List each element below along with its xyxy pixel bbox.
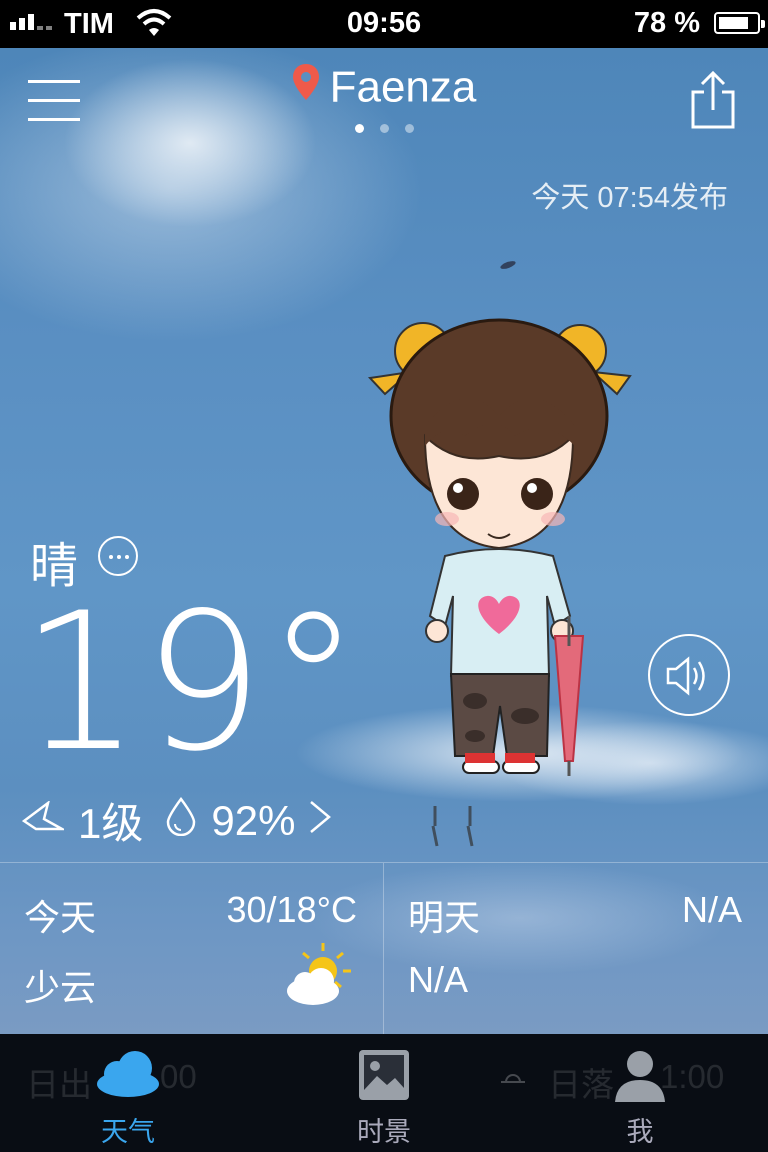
current-temperature: 19° bbox=[20, 572, 363, 793]
page-indicator[interactable] bbox=[0, 124, 768, 133]
wind-level: 1级 bbox=[78, 800, 144, 847]
forecast-temp: 30/18°C bbox=[226, 889, 357, 930]
forecast-condition: N/A bbox=[408, 959, 469, 1000]
location-pin-icon bbox=[292, 62, 320, 112]
location-title[interactable]: Faenza bbox=[0, 60, 768, 112]
page-dot bbox=[379, 124, 389, 133]
battery-icon bbox=[714, 12, 765, 34]
tab-weather[interactable]: 天气 bbox=[0, 1034, 256, 1152]
tab-label: 天气 bbox=[101, 1117, 155, 1147]
share-icon bbox=[690, 70, 736, 134]
speaker-button[interactable] bbox=[648, 634, 730, 716]
forecast-panel: 今天 30/18°C 少云 明天 N/A N/A bbox=[0, 862, 768, 1034]
tab-label: 时景 bbox=[357, 1117, 411, 1147]
wind-icon bbox=[21, 797, 67, 845]
comment-button[interactable] bbox=[98, 536, 138, 576]
page-dot bbox=[354, 124, 364, 133]
tab-scenery[interactable]: 时景 bbox=[256, 1034, 512, 1152]
cloud-icon bbox=[95, 1048, 161, 1103]
speaker-icon bbox=[666, 656, 714, 701]
forecast-day: 今天 bbox=[24, 897, 97, 938]
chevron-right-icon bbox=[307, 797, 333, 845]
forecast-condition: 少云 bbox=[24, 967, 97, 1008]
bird-silhouette bbox=[499, 259, 517, 271]
people-reflection bbox=[425, 806, 485, 866]
tab-bar: 日出 00 日落 1:00 天气 时景 我 bbox=[0, 1034, 768, 1152]
cartoon-character[interactable] bbox=[365, 316, 635, 776]
tab-label: 我 bbox=[626, 1117, 654, 1147]
location-name: Faenza bbox=[329, 62, 477, 112]
picture-icon bbox=[357, 1048, 411, 1107]
page-dot bbox=[404, 124, 414, 133]
forecast-temp: N/A bbox=[681, 889, 742, 930]
battery-percent: 78 % bbox=[633, 7, 700, 39]
person-icon bbox=[613, 1048, 667, 1107]
tab-me[interactable]: 我 bbox=[512, 1034, 768, 1152]
forecast-tomorrow[interactable]: 明天 N/A N/A bbox=[384, 863, 768, 1034]
share-button[interactable] bbox=[690, 70, 736, 130]
humidity-icon bbox=[165, 796, 197, 846]
weather-stats[interactable]: 1级 92% bbox=[21, 790, 333, 851]
publish-time: 今天 07:54发布 bbox=[531, 182, 728, 214]
weather-panel: Faenza 今天 07:54发布 晴 19° 1级 92% 今天 30/18°… bbox=[0, 48, 768, 1034]
forecast-day: 明天 bbox=[408, 897, 481, 938]
status-bar: TIM 09:56 78 % bbox=[0, 0, 768, 48]
humidity-value: 92% bbox=[211, 796, 296, 844]
partly-cloudy-icon bbox=[283, 941, 353, 1012]
forecast-today[interactable]: 今天 30/18°C 少云 bbox=[0, 863, 384, 1034]
